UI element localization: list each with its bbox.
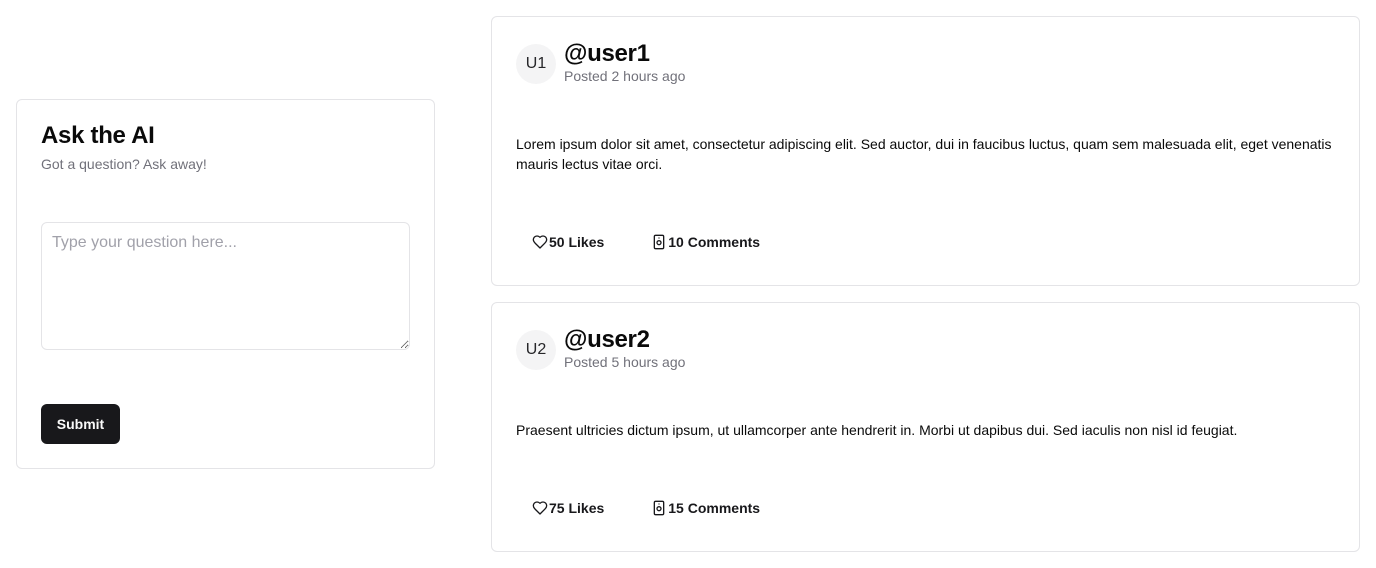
comment-button[interactable]: 15 Comments xyxy=(635,492,776,524)
post-actions: 50 Likes 10 Comments xyxy=(516,226,776,258)
like-count-label: 50 Likes xyxy=(549,234,605,250)
submit-button[interactable]: Submit xyxy=(41,404,120,444)
post-timestamp: Posted 2 hours ago xyxy=(564,68,686,84)
post-body: Praesent ultricies dictum ipsum, ut ulla… xyxy=(516,422,1238,438)
avatar-initials: U2 xyxy=(525,341,547,358)
like-button[interactable]: 50 Likes xyxy=(516,226,620,258)
post-card: U2 @user2 Posted 5 hours ago Praesent ul… xyxy=(491,302,1360,552)
comment-button[interactable]: 10 Comments xyxy=(635,226,776,258)
page: Ask the AI Got a question? Ask away! Sub… xyxy=(0,0,1376,568)
post-timestamp: Posted 5 hours ago xyxy=(564,354,686,370)
ask-ai-subtitle: Got a question? Ask away! xyxy=(41,156,207,172)
avatar[interactable]: U1 xyxy=(516,44,556,84)
ask-ai-title: Ask the AI xyxy=(41,122,155,149)
post-body: Lorem ipsum dolor sit amet, consectetur … xyxy=(516,136,1332,172)
comment-icon xyxy=(651,500,667,516)
question-input[interactable] xyxy=(41,222,410,350)
comment-count-label: 10 Comments xyxy=(668,234,761,250)
post-username[interactable]: @user1 xyxy=(564,40,650,68)
like-button[interactable]: 75 Likes xyxy=(516,492,620,524)
avatar[interactable]: U2 xyxy=(516,330,556,370)
post-actions: 75 Likes 15 Comments xyxy=(516,492,776,524)
avatar-initials: U1 xyxy=(525,55,547,72)
comment-icon xyxy=(651,234,667,250)
post-card: U1 @user1 Posted 2 hours ago Lorem ipsum… xyxy=(491,16,1360,286)
heart-icon xyxy=(532,234,548,250)
like-count-label: 75 Likes xyxy=(549,500,605,516)
heart-icon xyxy=(532,500,548,516)
post-username[interactable]: @user2 xyxy=(564,326,650,354)
comment-count-label: 15 Comments xyxy=(668,500,761,516)
ask-ai-card: Ask the AI Got a question? Ask away! Sub… xyxy=(16,99,435,469)
